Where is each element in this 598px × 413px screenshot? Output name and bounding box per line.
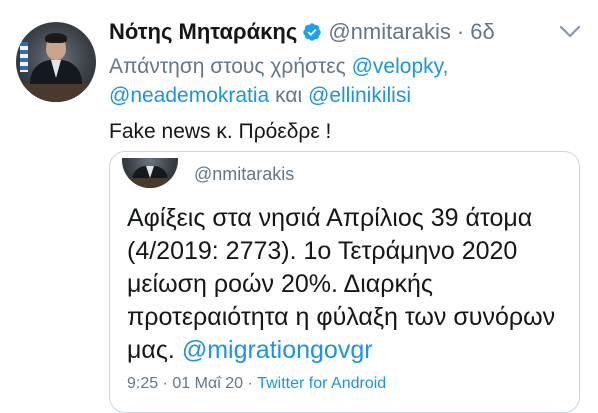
quoted-source-link[interactable]: Twitter for Android bbox=[257, 375, 386, 392]
tweet-timestamp[interactable]: 6δ bbox=[470, 18, 494, 46]
mention-link-migrationgovgr[interactable]: @migrationgovgr bbox=[182, 336, 373, 364]
reply-conjunction: και bbox=[275, 84, 303, 107]
verified-badge-icon bbox=[303, 23, 322, 41]
tweet-header: Νότης Μηταράκης @nmitarakis · 6δ bbox=[109, 18, 495, 46]
avatar-figure-hair bbox=[45, 33, 67, 43]
quoted-author-handle[interactable]: @nmitarakis bbox=[194, 164, 294, 185]
chevron-down-icon[interactable] bbox=[557, 22, 583, 42]
quoted-separator: · bbox=[162, 375, 168, 392]
author-handle[interactable]: @nmitarakis bbox=[328, 18, 451, 46]
reply-prefix: Απάντηση στους χρήστες bbox=[109, 55, 346, 78]
quoted-tweet[interactable]: @nmitarakis Αφίξεις στα νησιά Απρίλιος 3… bbox=[109, 151, 580, 413]
quoted-author-avatar bbox=[122, 158, 178, 188]
quoted-avatar-desk bbox=[122, 178, 178, 188]
avatar-flag bbox=[20, 42, 28, 72]
quoted-date[interactable]: 01 Μαΐ 20 bbox=[172, 375, 243, 392]
quoted-time[interactable]: 9:25 bbox=[127, 375, 158, 392]
mention-link-velopky[interactable]: @velopky bbox=[352, 55, 443, 78]
header-separator: · bbox=[456, 19, 465, 44]
author-name[interactable]: Νότης Μηταράκης bbox=[109, 18, 297, 46]
quoted-tweet-meta: 9:25 · 01 Μαΐ 20 · Twitter for Android bbox=[127, 375, 386, 393]
quoted-separator-2: · bbox=[247, 375, 253, 392]
mention-link-neademokratia[interactable]: @neademokratia bbox=[109, 84, 269, 107]
mention-comma: , bbox=[442, 55, 449, 78]
avatar-desk bbox=[16, 84, 96, 102]
tweet: Νότης Μηταράκης @nmitarakis · 6δ Απάντησ… bbox=[0, 0, 598, 413]
reply-context: Απάντηση στους χρήστες @velopky, @neadem… bbox=[109, 52, 579, 110]
mention-link-ellinikilisi[interactable]: @ellinikilisi bbox=[308, 84, 411, 107]
tweet-text: Fake news κ. Πρόεδρε ! bbox=[109, 120, 332, 143]
author-avatar[interactable] bbox=[16, 22, 96, 102]
quoted-tweet-text: Αφίξεις στα νησιά Απρίλιος 39 άτομα (4/2… bbox=[127, 202, 577, 367]
